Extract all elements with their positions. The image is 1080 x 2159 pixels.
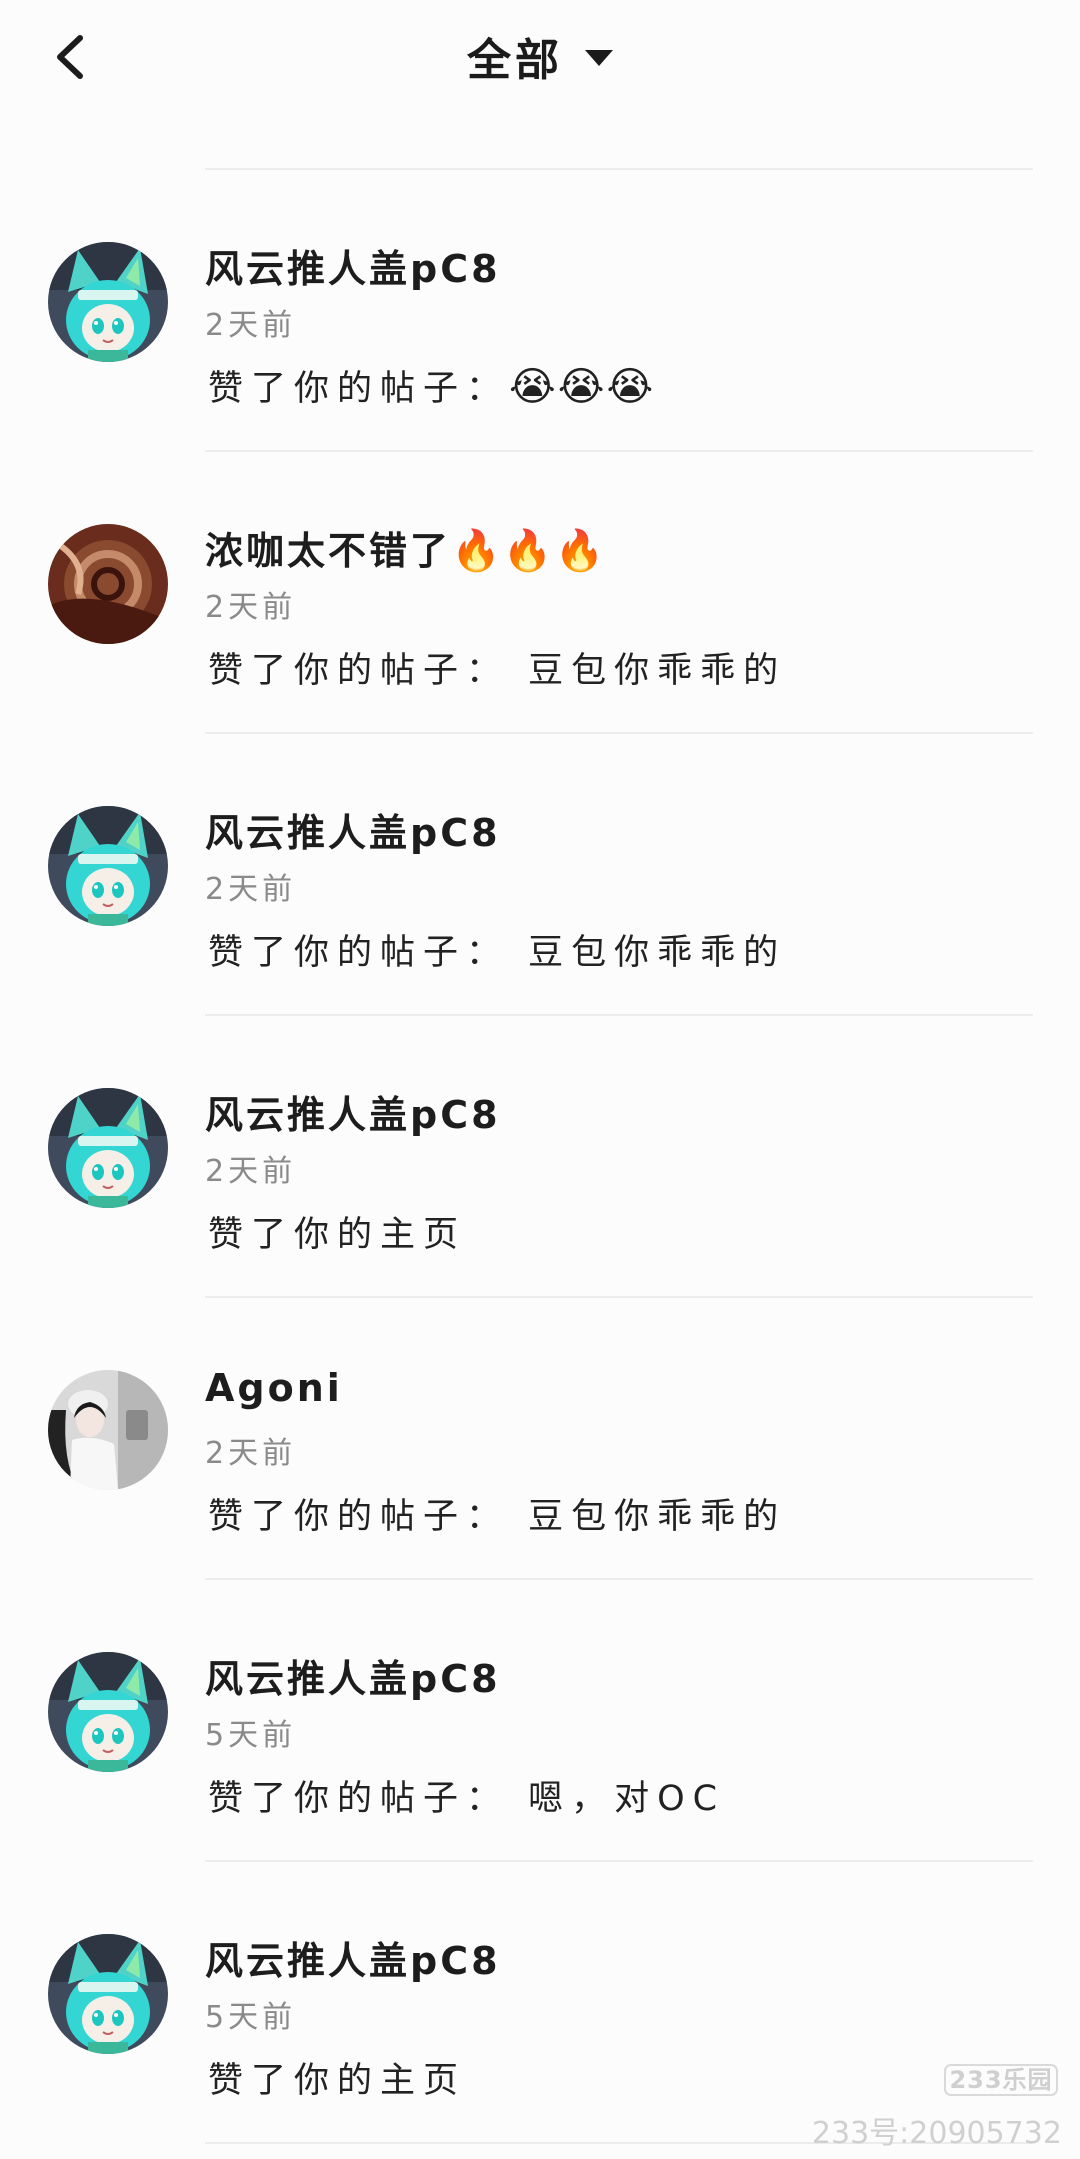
watermark-logo: 233乐园 xyxy=(944,2064,1058,2096)
message-text: 赞了你的帖子： 嗯，对OC xyxy=(208,1779,726,1819)
fire-emoji-icon: 🔥🔥🔥 xyxy=(451,528,607,574)
message-text: 赞了你的主页 xyxy=(208,1215,467,1255)
timestamp: 5天前 xyxy=(205,2000,297,2035)
top-bar: 全部 xyxy=(0,0,1080,120)
avatar[interactable] xyxy=(48,1370,168,1490)
page-title: 全部 xyxy=(467,35,563,86)
message-text: 赞了你的主页 xyxy=(208,2061,467,2101)
user-name-text: 风云推人盖pC8 xyxy=(205,1657,501,1701)
timestamp: 2天前 xyxy=(205,872,297,907)
message-text: 赞了你的帖子： 豆包你乖乖的 xyxy=(208,651,787,691)
user-name[interactable]: 风云推人盖pC8 xyxy=(205,1648,501,1703)
avatar[interactable] xyxy=(48,1652,168,1772)
notification-item[interactable]: 风云推人盖pC8 2天前赞了你的主页 xyxy=(0,968,1080,1255)
notification-item[interactable]: 风云推人盖pC8 2天前赞了你的帖子： 豆包你乖乖的 xyxy=(0,686,1080,973)
timestamp: 2天前 xyxy=(205,590,297,625)
notification-item[interactable]: Agoni 2天前赞了你的帖子： 豆包你乖乖的 xyxy=(0,1250,1080,1537)
message-text: 赞了你的帖子： xyxy=(208,369,510,409)
user-name[interactable]: 风云推人盖pC8 xyxy=(205,1930,501,1985)
user-name-text: 风云推人盖pC8 xyxy=(205,1093,501,1137)
notification-item[interactable]: 风云推人盖pC8 2天前 赞了你的帖子：😭😭😭 xyxy=(0,122,1080,410)
timestamp: 2天前 xyxy=(205,1154,297,1189)
timestamp: 2天前 xyxy=(205,308,297,343)
watermark-id: 233号:20905732 xyxy=(811,2116,1062,2151)
user-name[interactable]: 风云推人盖pC8 xyxy=(205,238,501,293)
message-text: 赞了你的帖子： 豆包你乖乖的 xyxy=(208,933,787,973)
notification-item[interactable]: 浓咖太不错了🔥🔥🔥 2天前赞了你的帖子： 豆包你乖乖的 xyxy=(0,404,1080,691)
notification-item[interactable]: 风云推人盖pC8 5天前赞了你的主页 xyxy=(0,1814,1080,2101)
timestamp: 5天前 xyxy=(205,1718,297,1753)
user-name-text: Agoni xyxy=(205,1366,343,1410)
avatar[interactable] xyxy=(48,1088,168,1208)
user-name-text: 风云推人盖pC8 xyxy=(205,811,501,855)
avatar[interactable] xyxy=(48,806,168,926)
user-name-text: 风云推人盖pC8 xyxy=(205,1939,501,1983)
user-name-text: 风云推人盖pC8 xyxy=(205,247,501,291)
filter-dropdown[interactable]: 全部 xyxy=(0,26,1080,86)
avatar[interactable] xyxy=(48,1934,168,2054)
user-name[interactable]: 浓咖太不错了🔥🔥🔥 xyxy=(205,520,606,575)
user-name-text: 浓咖太不错了 xyxy=(205,529,452,573)
user-name[interactable]: 风云推人盖pC8 xyxy=(205,802,501,857)
notification-message: 赞了你的主页 xyxy=(208,2052,466,2103)
message-text: 赞了你的帖子： 豆包你乖乖的 xyxy=(208,1497,787,1537)
user-name[interactable]: Agoni xyxy=(205,1366,343,1410)
timestamp: 2天前 xyxy=(205,1436,297,1471)
caret-down-icon xyxy=(585,50,613,66)
user-name[interactable]: 风云推人盖pC8 xyxy=(205,1084,501,1139)
avatar[interactable] xyxy=(48,242,168,362)
notification-item[interactable]: 风云推人盖pC8 5天前赞了你的帖子： 嗯，对OC xyxy=(0,1532,1080,1819)
avatar[interactable] xyxy=(48,524,168,644)
